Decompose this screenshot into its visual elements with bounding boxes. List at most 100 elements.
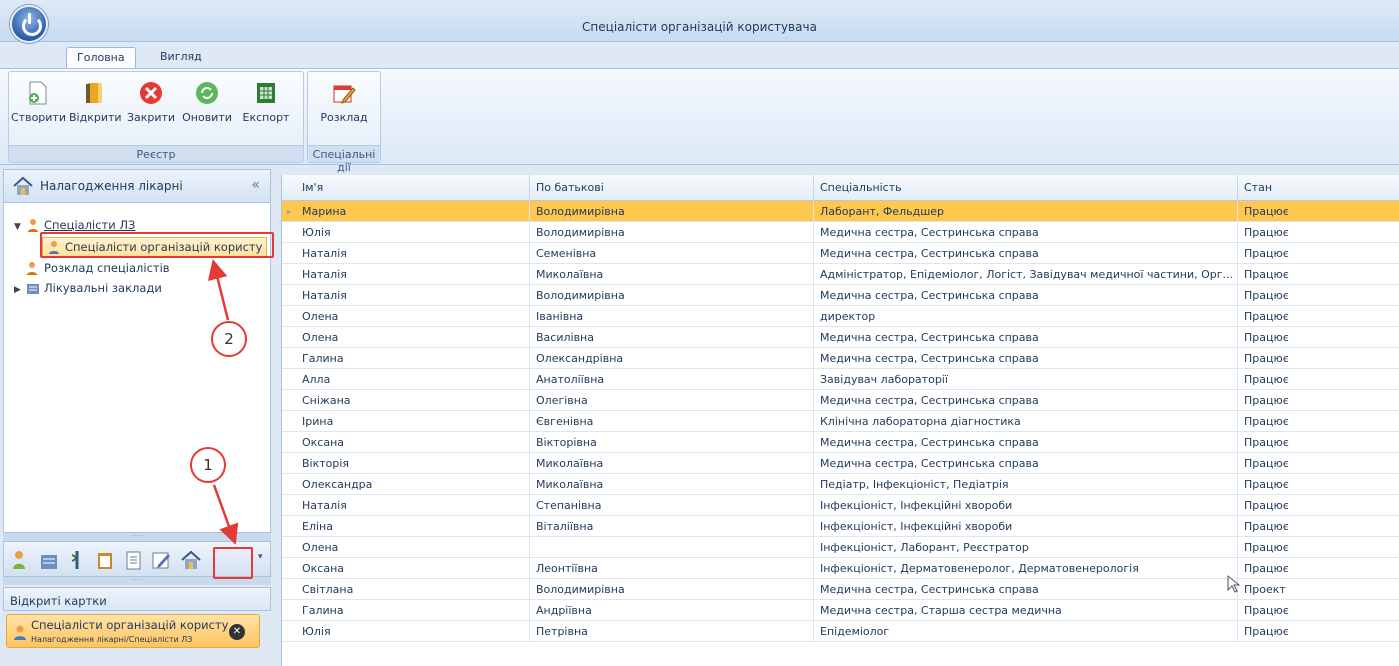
cell-name[interactable]: Олександра bbox=[296, 474, 529, 495]
table-row[interactable]: Наталія Володимирівна Медична сестра, Сест… bbox=[282, 285, 1399, 306]
open-card-item[interactable]: Спеціалісти організацій користу Налагодж… bbox=[6, 614, 260, 648]
collapse-panel-button[interactable]: « bbox=[251, 177, 260, 193]
table-row[interactable]: Алла Анатоліївна Завідувач лабораторії Прац… bbox=[282, 369, 1399, 390]
tab-home[interactable]: Головна bbox=[66, 47, 136, 70]
cell-status[interactable]: Працює bbox=[1237, 495, 1399, 516]
cell-specialty[interactable]: Медична сестра, Сестринська справа bbox=[813, 348, 1237, 369]
cell-patronymic[interactable]: Степанівна bbox=[529, 495, 813, 516]
cell-specialty[interactable]: Медична сестра, Сестринська справа bbox=[813, 243, 1237, 264]
cell-status[interactable]: Проект bbox=[1237, 579, 1399, 600]
cell-status[interactable]: Працює bbox=[1237, 390, 1399, 411]
cell-status[interactable]: Працює bbox=[1237, 516, 1399, 537]
cell-specialty[interactable]: Епідеміолог bbox=[813, 621, 1237, 642]
panel-splitter[interactable]: ····· bbox=[3, 533, 271, 541]
cell-patronymic[interactable]: Андріївна bbox=[529, 600, 813, 621]
cell-patronymic[interactable]: Володимирівна bbox=[529, 579, 813, 600]
cell-name[interactable]: Еліна bbox=[296, 516, 529, 537]
cell-specialty[interactable]: Медична сестра, Сестринська справа bbox=[813, 579, 1237, 600]
cell-specialty[interactable]: Клінічна лабораторна діагностика bbox=[813, 411, 1237, 432]
cell-specialty[interactable]: Завідувач лабораторії bbox=[813, 369, 1237, 390]
tree-item-schedule[interactable]: Розклад спеціалістів bbox=[26, 261, 170, 279]
cell-name[interactable]: Юлія bbox=[296, 222, 529, 243]
cell-status[interactable]: Працює bbox=[1237, 411, 1399, 432]
cell-patronymic[interactable]: Володимирівна bbox=[529, 222, 813, 243]
cell-name[interactable]: Марина bbox=[296, 201, 529, 222]
cell-name[interactable]: Наталія bbox=[296, 285, 529, 306]
table-row[interactable]: Еліна Віталіївна Інфекціоніст, Інфекційні … bbox=[282, 516, 1399, 537]
cell-name[interactable]: Галина bbox=[296, 348, 529, 369]
cell-specialty[interactable]: Адміністратор, Епідеміолог, Логіст, Заві… bbox=[813, 264, 1237, 285]
cell-status[interactable]: Працює bbox=[1237, 537, 1399, 558]
cell-patronymic[interactable]: Олегівна bbox=[529, 390, 813, 411]
table-row[interactable]: Оксана Вікторівна Медична сестра, Сестринс… bbox=[282, 432, 1399, 453]
cell-name[interactable]: Наталія bbox=[296, 495, 529, 516]
edit-form-nav-icon[interactable] bbox=[150, 549, 172, 571]
column-header-name[interactable]: Ім'я bbox=[296, 175, 529, 201]
cell-name[interactable]: Олена bbox=[296, 537, 529, 558]
cell-patronymic[interactable] bbox=[529, 537, 813, 558]
cell-specialty[interactable]: Інфекціоніст, Дерматовенеролог, Дерматов… bbox=[813, 558, 1237, 579]
cell-specialty[interactable]: Медична сестра, Сестринська справа bbox=[813, 390, 1237, 411]
cell-name[interactable]: Наталія bbox=[296, 264, 529, 285]
cell-specialty[interactable]: Медична сестра, Сестринська справа bbox=[813, 453, 1237, 474]
house-nav-icon[interactable] bbox=[180, 549, 202, 571]
close-button[interactable]: Закрити bbox=[125, 80, 177, 124]
cell-specialty[interactable]: Педіатр, Інфекціоніст, Педіатрія bbox=[813, 474, 1237, 495]
cell-status[interactable]: Працює bbox=[1237, 306, 1399, 327]
table-row[interactable]: Вікторія Миколаївна Медична сестра, Сестри… bbox=[282, 453, 1399, 474]
table-row[interactable]: Оксана Леонтіївна Інфекціоніст, Дерматовен… bbox=[282, 558, 1399, 579]
nav-overflow-dropdown[interactable]: ▾ bbox=[258, 552, 263, 562]
table-row[interactable]: Ірина Євгенівна Клінічна лабораторна діагн… bbox=[282, 411, 1399, 432]
tab-view[interactable]: Вигляд bbox=[150, 47, 212, 68]
export-button[interactable]: Експорт bbox=[237, 80, 295, 124]
cell-specialty[interactable]: Медична сестра, Сестринська справа bbox=[813, 222, 1237, 243]
cell-status[interactable]: Працює bbox=[1237, 243, 1399, 264]
cell-status[interactable]: Працює bbox=[1237, 558, 1399, 579]
schedule-button[interactable]: Розклад bbox=[316, 80, 372, 124]
cell-patronymic[interactable]: Петрівна bbox=[529, 621, 813, 642]
table-row[interactable]: Олена Іванівна директор Працює bbox=[282, 306, 1399, 327]
cell-specialty[interactable]: директор bbox=[813, 306, 1237, 327]
cell-patronymic[interactable]: Миколаївна bbox=[529, 264, 813, 285]
cell-specialty[interactable]: Інфекціоніст, Інфекційні хвороби bbox=[813, 495, 1237, 516]
cell-name[interactable]: Галина bbox=[296, 600, 529, 621]
table-row[interactable]: Сніжана Олегівна Медична сестра, Сестринсь… bbox=[282, 390, 1399, 411]
cell-patronymic[interactable]: Анатоліївна bbox=[529, 369, 813, 390]
table-row[interactable]: Наталія Миколаївна Адміністратор, Епідеміо… bbox=[282, 264, 1399, 285]
cell-patronymic[interactable]: Євгенівна bbox=[529, 411, 813, 432]
cell-name[interactable]: Ірина bbox=[296, 411, 529, 432]
cell-specialty[interactable]: Медична сестра, Сестринська справа bbox=[813, 327, 1237, 348]
cell-name[interactable]: Вікторія bbox=[296, 453, 529, 474]
refresh-button[interactable]: Оновити bbox=[181, 80, 233, 124]
cell-name[interactable]: Оксана bbox=[296, 432, 529, 453]
cell-status[interactable]: Працює bbox=[1237, 222, 1399, 243]
cell-status[interactable]: Працює bbox=[1237, 474, 1399, 495]
cell-patronymic[interactable]: Василівна bbox=[529, 327, 813, 348]
cell-name[interactable]: Юлія bbox=[296, 621, 529, 642]
tree-item-hospitals[interactable]: ▶ Лікувальні заклади bbox=[14, 281, 162, 299]
cell-specialty[interactable]: Інфекціоніст, Інфекційні хвороби bbox=[813, 516, 1237, 537]
table-row[interactable]: Олена Василівна Медична сестра, Сестринськ… bbox=[282, 327, 1399, 348]
expand-arrow-icon[interactable]: ▶ bbox=[14, 285, 26, 295]
cell-status[interactable]: Працює bbox=[1237, 327, 1399, 348]
cell-patronymic[interactable]: Миколаївна bbox=[529, 474, 813, 495]
cell-patronymic[interactable]: Олександрівна bbox=[529, 348, 813, 369]
cell-patronymic[interactable]: Володимирівна bbox=[529, 201, 813, 222]
table-row[interactable]: Наталія Семенівна Медична сестра, Сестринс… bbox=[282, 243, 1399, 264]
clipboard-nav-icon[interactable] bbox=[94, 549, 116, 571]
cell-patronymic[interactable]: Леонтіївна bbox=[529, 558, 813, 579]
table-row[interactable]: Світлана Володимирівна Медична сестра, Сес… bbox=[282, 579, 1399, 600]
building-nav-icon[interactable] bbox=[38, 549, 60, 571]
close-card-icon[interactable]: ✕ bbox=[229, 624, 245, 640]
table-row[interactable]: ▸ Марина Володимирівна Лаборант, Фельдшер Пр… bbox=[282, 201, 1399, 222]
cell-status[interactable]: Працює bbox=[1237, 453, 1399, 474]
cell-name[interactable]: Оксана bbox=[296, 558, 529, 579]
cell-specialty[interactable]: Медична сестра, Сестринська справа bbox=[813, 285, 1237, 306]
table-row[interactable]: Олена Інфекціоніст, Лаборант, Реєстратор П… bbox=[282, 537, 1399, 558]
cell-patronymic[interactable]: Іванівна bbox=[529, 306, 813, 327]
cell-status[interactable]: Працює bbox=[1237, 600, 1399, 621]
medical-nav-icon[interactable] bbox=[66, 549, 88, 571]
cell-name[interactable]: Олена bbox=[296, 327, 529, 348]
expand-arrow-icon[interactable]: ▼ bbox=[14, 222, 26, 232]
cell-name[interactable]: Сніжана bbox=[296, 390, 529, 411]
